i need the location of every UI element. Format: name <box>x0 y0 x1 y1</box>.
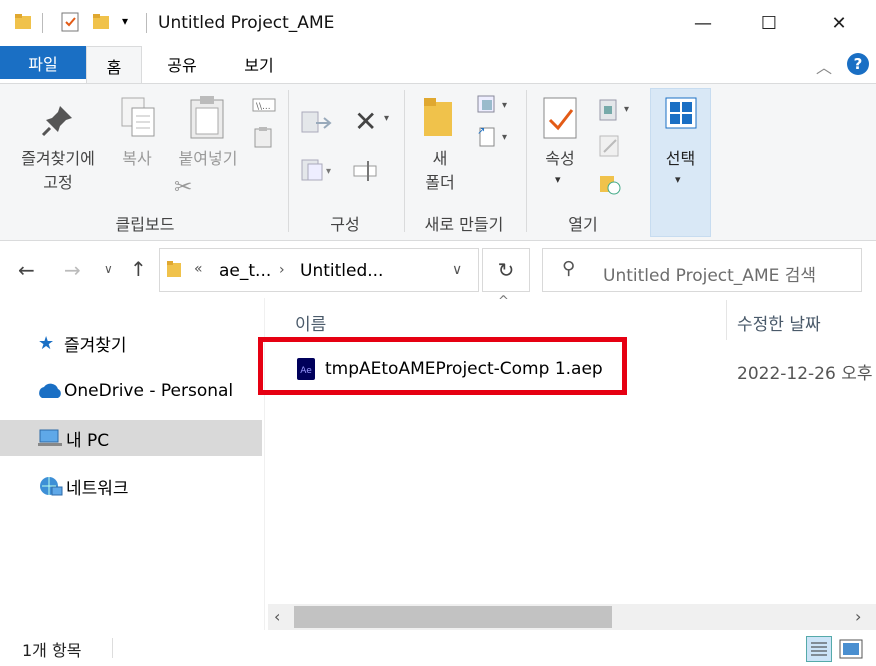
nav-item-this-pc[interactable]: 내 PC <box>0 420 262 456</box>
forward-button[interactable]: → <box>64 258 81 282</box>
open-group-label: 열기 <box>568 215 598 234</box>
star-icon: ★ <box>38 332 55 354</box>
nav-item-network[interactable]: 네트워크 <box>0 468 262 504</box>
edit-icon[interactable] <box>598 134 622 158</box>
pin-label-line2: 고정 <box>43 173 73 192</box>
properties-quick-icon[interactable] <box>60 11 80 33</box>
column-header-date[interactable]: 수정한 날짜 <box>737 310 821 335</box>
recent-locations-icon[interactable]: ∨ <box>104 262 113 276</box>
new-folder-icon <box>424 98 452 136</box>
tab-file[interactable]: 파일 <box>0 46 86 79</box>
history-icon[interactable] <box>598 172 622 196</box>
pin-to-quick-access-button[interactable]: 즐겨찾기에 고정 <box>8 147 108 195</box>
group-separator <box>526 90 527 232</box>
new-group-label: 새로 만들기 <box>424 215 504 234</box>
window-title: Untitled Project_AME <box>158 13 335 33</box>
properties-icon <box>543 97 577 139</box>
paste-shortcut-icon[interactable] <box>254 126 272 148</box>
nav-item-label: 네트워크 <box>66 478 129 499</box>
customize-quick-access-icon[interactable]: ▾ <box>122 14 128 28</box>
delete-dropdown-icon[interactable]: ▾ <box>384 113 389 124</box>
svg-text:↗: ↗ <box>477 126 485 137</box>
properties-dropdown-icon[interactable]: ▾ <box>555 173 561 186</box>
pin-icon <box>41 106 72 137</box>
back-button[interactable]: ← <box>18 258 35 282</box>
up-button[interactable]: ↑ <box>130 257 147 281</box>
help-icon[interactable]: ? <box>846 52 870 76</box>
folder-icon <box>167 261 181 277</box>
select-icon <box>665 97 697 129</box>
large-icons-view-icon[interactable] <box>838 637 864 661</box>
status-item-count: 1개 항목 <box>22 641 82 660</box>
computer-icon <box>38 429 62 446</box>
divider <box>146 13 147 33</box>
svg-text:▾: ▾ <box>502 132 507 143</box>
clipboard-group-label: 클립보드 <box>115 215 175 234</box>
scrollbar-thumb[interactable] <box>294 606 612 628</box>
status-divider <box>112 638 113 658</box>
svg-text:▾: ▾ <box>502 100 507 111</box>
rename-icon[interactable] <box>352 158 378 184</box>
breadcrumb-item[interactable]: Untitled... <box>300 261 383 281</box>
new-folder-label-line1: 새 <box>432 149 448 168</box>
new-folder-label-line2: 폴더 <box>425 173 455 192</box>
group-separator <box>288 90 289 232</box>
new-folder-quick-icon[interactable] <box>92 13 110 31</box>
column-divider[interactable] <box>726 300 727 340</box>
paste-icon <box>190 96 224 139</box>
organize-group-label: 구성 <box>330 215 360 234</box>
tab-view[interactable]: 보기 <box>226 46 292 82</box>
close-button[interactable]: ✕ <box>806 0 872 46</box>
highlight-box <box>258 337 627 395</box>
tab-home[interactable]: 홈 <box>86 46 142 84</box>
svg-text:▾: ▾ <box>624 104 629 115</box>
scroll-left-button[interactable]: ‹ <box>274 607 280 626</box>
copy-button[interactable]: 복사 <box>114 147 160 171</box>
breadcrumb-separator-icon[interactable]: › <box>279 262 285 278</box>
collapse-ribbon-icon[interactable]: ︿ <box>816 54 832 78</box>
delete-icon[interactable]: ✕ <box>354 105 377 138</box>
select-dropdown-icon: ▾ <box>675 173 681 186</box>
scroll-right-button[interactable]: › <box>855 607 861 626</box>
copy-path-icon[interactable]: \\... <box>252 98 276 112</box>
cut-icon[interactable]: ✂ <box>174 175 192 200</box>
svg-text:?: ? <box>854 55 863 73</box>
nav-item-onedrive[interactable]: OneDrive - Personal <box>0 373 262 409</box>
copy-to-icon[interactable]: ▾ <box>300 158 336 184</box>
copy-icon <box>121 97 155 137</box>
tab-share[interactable]: 공유 <box>150 46 214 82</box>
maximize-button[interactable]: ☐ <box>736 0 802 46</box>
new-item-icon[interactable]: ▾ <box>476 94 512 116</box>
breadcrumb-overflow[interactable]: « <box>194 261 203 277</box>
svg-text:\\...: \\... <box>256 102 271 112</box>
file-date: 2022-12-26 오후 <box>737 364 873 384</box>
breadcrumb-item[interactable]: ae_t... <box>219 261 271 281</box>
search-input[interactable]: Untitled Project_AME 검색 <box>603 261 816 286</box>
properties-button[interactable]: 속성 <box>534 147 586 171</box>
easy-access-icon[interactable]: ↗▾ <box>476 124 512 148</box>
sort-up-icon: ^ <box>498 294 509 309</box>
search-icon: ⚲ <box>562 258 576 279</box>
nav-item-quick-access[interactable]: ★ 즐겨찾기 <box>0 325 262 361</box>
move-to-icon[interactable] <box>300 110 336 136</box>
address-dropdown-icon[interactable]: ∨ <box>452 262 462 278</box>
nav-item-label: 내 PC <box>66 430 110 451</box>
open-icon[interactable]: ▾ <box>598 98 636 122</box>
group-separator <box>404 90 405 232</box>
cloud-icon <box>39 383 61 398</box>
nav-item-label: OneDrive - Personal <box>64 381 234 401</box>
svg-text:▾: ▾ <box>326 166 331 177</box>
folder-icon <box>15 14 31 29</box>
divider <box>42 13 43 33</box>
column-header-name[interactable]: 이름 <box>295 310 326 335</box>
refresh-button[interactable]: ↻ <box>482 248 530 292</box>
minimize-button[interactable]: — <box>670 0 736 46</box>
details-view-icon[interactable] <box>806 636 832 662</box>
select-label: 선택 <box>665 149 696 168</box>
paste-button[interactable]: 붙여넣기 <box>170 147 246 171</box>
network-icon <box>40 477 63 496</box>
nav-item-label: 즐겨찾기 <box>64 335 127 356</box>
new-folder-button[interactable]: 새 폴더 <box>418 147 462 195</box>
pin-label-line1: 즐겨찾기에 <box>21 149 95 168</box>
